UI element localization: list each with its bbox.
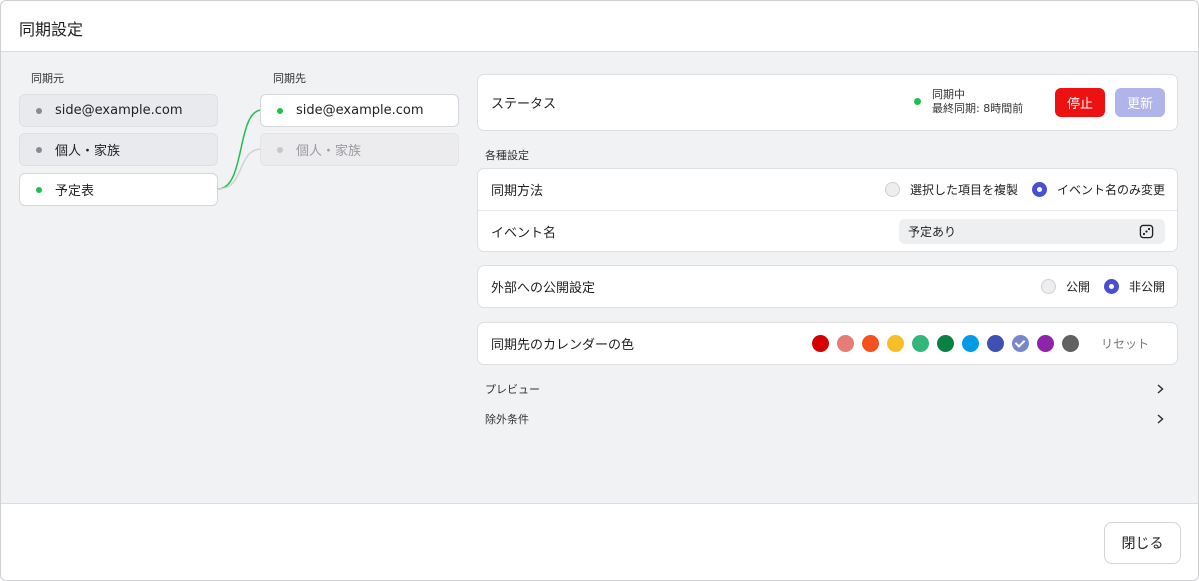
color-row: 同期先のカレンダーの色 リセット xyxy=(478,323,1177,364)
source-item-side-example[interactable]: side@example.com xyxy=(19,94,218,127)
status-dot xyxy=(277,107,283,114)
status-dot xyxy=(277,146,283,153)
visibility-card: 外部への公開設定 公開 非公開 xyxy=(477,265,1178,308)
color-card: 同期先のカレンダーの色 リセット xyxy=(477,322,1178,365)
color-label: 同期先のカレンダーの色 xyxy=(491,338,635,353)
visibility-option-public[interactable]: 公開 xyxy=(1040,278,1090,295)
settings-card: 同期方法 選択した項目を複製 イベント名のみ変更 イベント名 予定あり xyxy=(477,168,1178,252)
source-item-label: side@example.com xyxy=(55,103,183,118)
radio-button[interactable] xyxy=(1103,279,1119,294)
color-swatch[interactable] xyxy=(862,335,879,352)
radio-button[interactable] xyxy=(1031,182,1047,197)
color-swatch[interactable] xyxy=(1037,335,1054,352)
dice-icon[interactable] xyxy=(1139,224,1154,239)
radio-label: 非公開 xyxy=(1128,280,1165,294)
status-dot xyxy=(36,146,42,153)
status-card: ステータス 同期中 最終同期: 8時間前 停止 更新 xyxy=(477,74,1178,131)
target-item-side-example[interactable]: side@example.com xyxy=(260,94,459,127)
visibility-row: 外部への公開設定 公開 非公開 xyxy=(478,266,1177,307)
update-button[interactable]: 更新 xyxy=(1115,88,1165,117)
source-item-family[interactable]: 個人・家族 xyxy=(19,133,218,166)
last-sync: 最終同期: 8時間前 xyxy=(932,102,1024,115)
status-label: ステータス xyxy=(491,97,557,112)
source-item-schedule[interactable]: 予定表 xyxy=(19,173,218,206)
radio-button[interactable] xyxy=(884,182,900,197)
status-dot xyxy=(36,107,42,114)
visibility-option-private[interactable]: 非公開 xyxy=(1103,278,1165,295)
sync-method-option-rename[interactable]: イベント名のみ変更 xyxy=(1031,181,1165,198)
sync-method-row: 同期方法 選択した項目を複製 イベント名のみ変更 xyxy=(478,169,1177,210)
chevron-right-icon xyxy=(1157,414,1164,424)
color-swatch[interactable] xyxy=(912,335,929,352)
color-swatch-list xyxy=(812,335,1087,352)
sync-connector xyxy=(217,109,263,190)
sync-method-option-copy[interactable]: 選択した項目を複製 xyxy=(884,181,1018,198)
dialog-footer: 閉じる xyxy=(1,503,1198,580)
radio-button[interactable] xyxy=(1040,279,1056,294)
color-swatch[interactable] xyxy=(812,335,829,352)
event-name-value: 予定あり xyxy=(908,225,957,239)
color-swatch[interactable] xyxy=(1062,335,1079,352)
color-swatch[interactable] xyxy=(987,335,1004,352)
reset-color-button[interactable]: リセット xyxy=(1101,335,1149,352)
preview-expander[interactable]: プレビュー xyxy=(485,378,1170,400)
color-swatch[interactable] xyxy=(937,335,954,352)
exclusion-expander[interactable]: 除外条件 xyxy=(485,408,1170,430)
target-item-label: 個人・家族 xyxy=(296,144,362,159)
sync-settings-dialog: 同期設定 同期元 side@example.com 個人・家族 予定表 同期先 … xyxy=(0,0,1199,581)
sync-method-radio-group: 選択した項目を複製 イベント名のみ変更 xyxy=(871,169,1165,210)
color-swatch[interactable] xyxy=(962,335,979,352)
color-swatch[interactable] xyxy=(1012,335,1029,352)
status-text: 同期中 最終同期: 8時間前 xyxy=(932,88,1023,116)
exclusion-label: 除外条件 xyxy=(485,413,529,426)
stop-button[interactable]: 停止 xyxy=(1055,88,1105,117)
source-column-label: 同期元 xyxy=(31,72,64,85)
event-name-label: イベント名 xyxy=(491,225,557,241)
sync-status-dot xyxy=(914,98,921,105)
visibility-radio-group: 公開 非公開 xyxy=(1027,266,1165,307)
preview-label: プレビュー xyxy=(485,383,540,396)
radio-label: イベント名のみ変更 xyxy=(1056,183,1165,197)
source-item-label: 予定表 xyxy=(55,184,95,199)
color-swatch[interactable] xyxy=(837,335,854,352)
settings-section-label: 各種設定 xyxy=(485,149,529,162)
event-name-input[interactable]: 予定あり xyxy=(899,219,1165,244)
chevron-right-icon xyxy=(1157,384,1164,394)
event-name-row: イベント名 予定あり xyxy=(478,210,1177,251)
source-item-label: 個人・家族 xyxy=(55,144,121,159)
visibility-label: 外部への公開設定 xyxy=(491,281,596,296)
radio-label: 公開 xyxy=(1065,280,1090,294)
target-column-label: 同期先 xyxy=(273,72,306,85)
close-button[interactable]: 閉じる xyxy=(1104,522,1181,564)
status-row: ステータス 同期中 最終同期: 8時間前 停止 更新 xyxy=(478,75,1177,130)
target-item-family[interactable]: 個人・家族 xyxy=(260,133,459,166)
radio-label: 選択した項目を複製 xyxy=(909,183,1018,197)
target-item-label: side@example.com xyxy=(296,103,424,118)
color-swatch[interactable] xyxy=(887,335,904,352)
status-dot xyxy=(36,186,42,193)
sync-method-label: 同期方法 xyxy=(491,184,544,199)
sync-state: 同期中 xyxy=(932,88,965,101)
